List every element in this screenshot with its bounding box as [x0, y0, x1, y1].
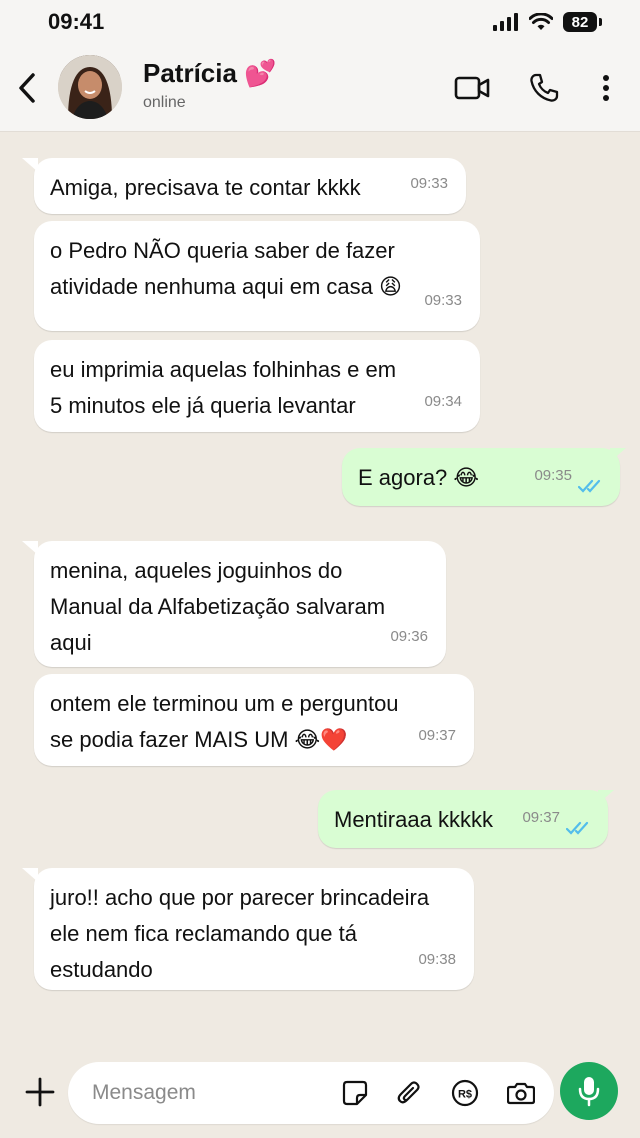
camera-icon	[507, 1082, 535, 1105]
message-time: 09:37	[418, 727, 456, 744]
message-text: estudando	[50, 957, 153, 982]
message-text: juro!! acho que por parecer brincadeira	[50, 885, 430, 910]
message-time: 09:35	[534, 467, 572, 484]
message-list[interactable]: Amiga, precisava te contar kkkk 09:33 o …	[0, 133, 640, 1053]
message-composer: Mensagem R$	[0, 1054, 640, 1138]
attach-plus-button[interactable]	[22, 1074, 58, 1110]
voice-call-button[interactable]	[526, 70, 562, 106]
message-time: 09:36	[390, 628, 428, 645]
message-text: menina, aqueles joguinhos do	[50, 558, 343, 583]
status-time: 09:41	[48, 9, 105, 34]
video-call-button[interactable]	[452, 70, 492, 106]
bubble-tail	[22, 158, 38, 172]
microphone-icon	[578, 1077, 600, 1107]
message-outgoing[interactable]: E agora? 😂 09:35	[342, 448, 620, 506]
read-ticks-icon	[578, 479, 601, 493]
message-text: se podia fazer MAIS UM 😂❤️	[50, 727, 348, 752]
message-incoming[interactable]: eu imprimia aquelas folhinhas e em 5 min…	[34, 340, 480, 432]
message-text: eu imprimia aquelas folhinhas e em	[50, 357, 397, 382]
video-camera-icon	[454, 76, 490, 100]
message-text: 5 minutos ele já queria levantar	[50, 393, 356, 418]
message-text: Manual da Alfabetização salvaram	[50, 594, 386, 619]
chevron-left-icon	[19, 73, 35, 103]
plus-icon	[25, 1077, 55, 1107]
message-text: o Pedro NÃO queria saber de fazer	[50, 238, 395, 263]
sticker-icon	[342, 1080, 368, 1106]
message-text: ele nem fica reclamando que tá	[50, 921, 357, 946]
message-input[interactable]: Mensagem R$	[68, 1062, 554, 1124]
message-text: atividade nenhuma aqui em casa 😩	[50, 274, 402, 299]
signal-icon	[493, 13, 518, 31]
battery-icon: 82	[563, 12, 602, 32]
battery-level: 82	[563, 12, 597, 32]
message-time: 09:38	[418, 951, 456, 968]
sticker-button[interactable]	[340, 1078, 370, 1108]
message-time: 09:33	[424, 292, 462, 309]
message-incoming[interactable]: Amiga, precisava te contar kkkk 09:33	[34, 158, 466, 214]
message-time: 09:34	[424, 393, 462, 410]
pix-rs-icon: R$	[451, 1079, 479, 1107]
wifi-icon	[529, 13, 553, 30]
status-bar: 09:41 82	[0, 0, 640, 44]
payment-button[interactable]: R$	[450, 1078, 480, 1108]
more-options-button[interactable]	[594, 70, 618, 106]
bubble-tail	[598, 790, 614, 804]
message-text: Amiga, precisava te contar kkkk	[50, 175, 361, 200]
read-ticks-icon	[566, 821, 589, 835]
status-icons: 82	[493, 10, 602, 34]
message-incoming[interactable]: ontem ele terminou um e perguntou se pod…	[34, 674, 474, 766]
paperclip-icon	[397, 1081, 420, 1104]
message-text: ontem ele terminou um e perguntou	[50, 691, 399, 716]
bubble-tail	[22, 541, 38, 555]
more-vertical-icon	[603, 75, 609, 101]
bubble-tail	[610, 448, 626, 462]
message-incoming[interactable]: o Pedro NÃO queria saber de fazer ativid…	[34, 221, 480, 331]
camera-button[interactable]	[506, 1078, 536, 1108]
message-text: aqui	[50, 630, 92, 655]
contact-name[interactable]: Patrícia 💕	[143, 58, 277, 89]
message-incoming[interactable]: menina, aqueles joguinhos do Manual da A…	[34, 541, 446, 667]
message-time: 09:37	[522, 809, 560, 826]
message-outgoing[interactable]: Mentiraaa kkkkk 09:37	[318, 790, 608, 848]
avatar[interactable]	[58, 55, 122, 119]
chat-header: Patrícia 💕 online	[0, 44, 640, 132]
svg-text:R$: R$	[458, 1089, 472, 1101]
message-input-placeholder: Mensagem	[92, 1081, 196, 1104]
message-incoming[interactable]: juro!! acho que por parecer brincadeira …	[34, 868, 474, 990]
voice-message-button[interactable]	[560, 1062, 618, 1120]
back-button[interactable]	[10, 66, 44, 110]
phone-icon	[530, 73, 559, 102]
bubble-tail	[22, 868, 38, 882]
message-time: 09:33	[410, 175, 448, 192]
attach-button[interactable]	[394, 1078, 424, 1108]
contact-status: online	[143, 94, 186, 111]
